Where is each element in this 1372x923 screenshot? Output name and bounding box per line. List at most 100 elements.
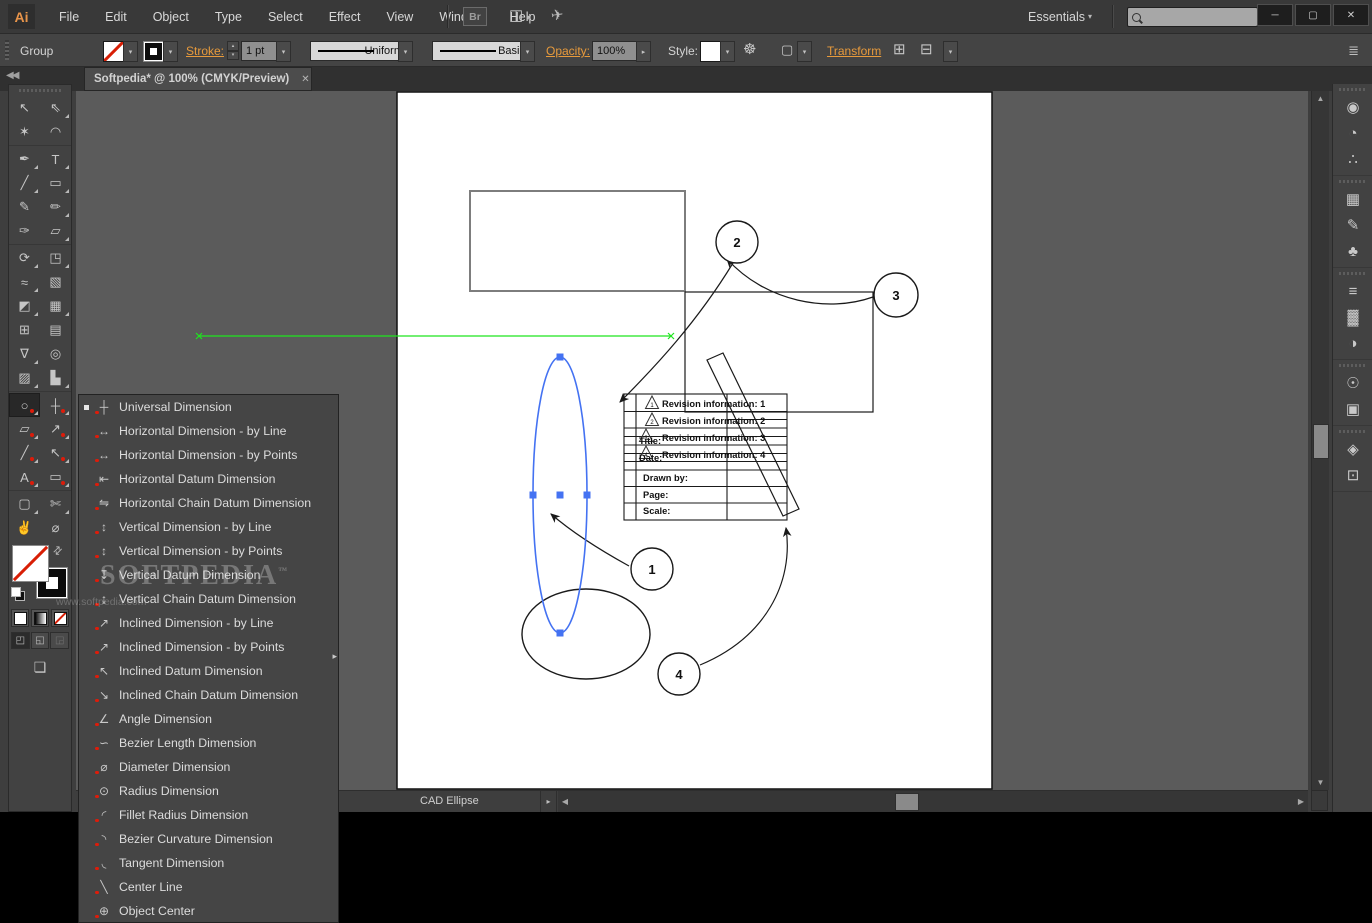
panel-grip[interactable] (1339, 270, 1367, 276)
draw-normal-button[interactable]: ◰ (11, 632, 30, 649)
menu-item-inclined-chain-datum-dimension[interactable]: ↘Inclined Chain Datum Dimension (79, 683, 338, 707)
workspace-switcher[interactable]: Essentials ▾ (1028, 0, 1092, 33)
menu-item-horizontal-chain-datum-dimension[interactable]: ⇋Horizontal Chain Datum Dimension (79, 491, 338, 515)
select-similar-icon[interactable]: ▢ (781, 42, 793, 58)
tool-pencil[interactable]: ✏ (40, 195, 71, 219)
menu-item-horizontal-dimension-by-points[interactable]: ↔Horizontal Dimension - by Points (79, 443, 338, 467)
screen-mode-button[interactable]: ❏ (28, 657, 52, 677)
recolor-artwork-icon[interactable]: ☸ (743, 40, 756, 58)
tool-cad-ellipse[interactable]: ○ (9, 393, 40, 417)
menu-edit[interactable]: Edit (92, 0, 140, 33)
tool-artboard[interactable]: ▢ (9, 492, 40, 516)
tool-blend[interactable]: ◎ (40, 342, 71, 366)
tool-cad-select[interactable]: ↖ (40, 441, 71, 465)
tool-rotate[interactable]: ⟳ (9, 246, 40, 270)
menu-item-diameter-dimension[interactable]: ⌀Diameter Dimension (79, 755, 338, 779)
menu-select[interactable]: Select (255, 0, 316, 33)
collapse-panels-icon[interactable]: ◀◀ (6, 70, 17, 81)
align-objects-icon[interactable]: ⊞ (893, 40, 906, 58)
menu-type[interactable]: Type (202, 0, 255, 33)
panel-icon-appearance[interactable]: ☉ (1333, 370, 1372, 396)
draw-behind-button[interactable]: ◱ (31, 632, 50, 649)
tool-perspective-grid[interactable]: ▦ (40, 294, 71, 318)
menu-item-inclined-dimension-by-points[interactable]: ↗Inclined Dimension - by Points (79, 635, 338, 659)
stepper-down-icon[interactable]: ▾ (227, 51, 239, 61)
tool-line-segment[interactable]: ╱ (9, 171, 40, 195)
stepper-up-icon[interactable]: ▴ (227, 41, 239, 51)
panel-icon-gradient[interactable]: ▓ (1333, 304, 1372, 330)
tool-type[interactable]: T (40, 147, 71, 171)
panel-icon-layers[interactable]: ◈ (1333, 436, 1372, 462)
menu-item-tangent-dimension[interactable]: ◟Tangent Dimension (79, 851, 338, 875)
tab-close-icon[interactable]: ✕ (301, 74, 309, 85)
menu-file[interactable]: File (46, 0, 92, 33)
scroll-down-icon[interactable]: ▼ (1312, 775, 1329, 790)
tool-scale[interactable]: ◳ (40, 246, 71, 270)
select-similar-caret[interactable]: ▾ (797, 41, 812, 62)
menu-item-bezier-length-dimension[interactable]: ∽Bezier Length Dimension (79, 731, 338, 755)
arrange-documents-button[interactable]: ◫▾ (509, 6, 530, 24)
tool-cad-label[interactable]: A (9, 465, 40, 489)
tool-gradient[interactable]: ▤ (40, 318, 71, 342)
none-button[interactable] (51, 609, 69, 627)
scroll-up-icon[interactable]: ▲ (1312, 91, 1329, 106)
minimize-button[interactable]: ─ (1257, 4, 1293, 26)
menu-item-angle-dimension[interactable]: ∠Angle Dimension (79, 707, 338, 731)
tool-slice[interactable]: ✄ (40, 492, 71, 516)
distribute-objects-icon[interactable]: ⊟ (920, 40, 933, 58)
panel-grip[interactable] (1339, 428, 1367, 434)
menu-item-object-center[interactable]: ⊕Object Center (79, 899, 338, 923)
width-profile-caret[interactable]: ▾ (398, 41, 413, 62)
opacity-field[interactable]: 100% (592, 41, 640, 61)
tool-zoom[interactable]: ⌀ (40, 516, 71, 540)
menu-item-vertical-chain-datum-dimension[interactable]: ↨Vertical Chain Datum Dimension (79, 587, 338, 611)
tool-hand[interactable]: ✌ (9, 516, 40, 540)
panel-grip[interactable] (1339, 362, 1367, 368)
panel-icon-graphic-styles[interactable]: ▣ (1333, 396, 1372, 422)
fill-color-swatch[interactable] (12, 545, 49, 582)
panel-icon-brushes[interactable]: ✎ (1333, 212, 1372, 238)
vertical-scrollbar[interactable]: ▲ ▼ (1311, 91, 1329, 790)
menu-effect[interactable]: Effect (316, 0, 374, 33)
tool-cad-universal-dimension[interactable]: ┼ (40, 393, 71, 417)
transform-panel-link[interactable]: Transform (827, 44, 881, 58)
align-caret[interactable]: ▾ (943, 41, 958, 62)
color-button[interactable] (11, 609, 29, 627)
tool-paintbrush[interactable]: ✎ (9, 195, 40, 219)
scroll-right-icon[interactable]: ▶ (1294, 791, 1308, 812)
tool-pen[interactable]: ✒ (9, 147, 40, 171)
menu-item-fillet-radius-dimension[interactable]: ◜Fillet Radius Dimension (79, 803, 338, 827)
tool-free-transform[interactable]: ▧ (40, 270, 71, 294)
panel-grip[interactable] (19, 87, 61, 94)
tool-rectangle[interactable]: ▭ (40, 171, 71, 195)
menu-object[interactable]: Object (140, 0, 202, 33)
swap-fill-stroke-icon[interactable]: ⇄ (50, 543, 66, 559)
tool-shape-builder[interactable]: ◩ (9, 294, 40, 318)
cs-live-icon[interactable]: ✈ (550, 5, 565, 25)
panel-grip[interactable] (5, 40, 9, 60)
menu-item-vertical-dimension-by-points[interactable]: ↕Vertical Dimension - by Points (79, 539, 338, 563)
menu-item-horizontal-datum-dimension[interactable]: ⇤Horizontal Datum Dimension (79, 467, 338, 491)
menu-item-universal-dimension[interactable]: ┼Universal Dimension (79, 395, 338, 419)
panel-icon-stroke[interactable]: ≡ (1333, 278, 1372, 304)
status-popup-arrow[interactable]: ▸ (540, 791, 557, 812)
menu-item-inclined-datum-dimension[interactable]: ↖Inclined Datum Dimension (79, 659, 338, 683)
panel-icon-transparency[interactable]: ◑ (1333, 330, 1372, 356)
maximize-button[interactable]: ▢ (1295, 4, 1331, 26)
scroll-left-icon[interactable]: ◀ (558, 791, 572, 812)
tool-eyedropper[interactable]: ∇ (9, 342, 40, 366)
panel-icon-artboards[interactable]: ⊡ (1333, 462, 1372, 488)
tool-lasso[interactable]: ◠ (40, 120, 71, 144)
default-fill-stroke-icon[interactable] (11, 587, 25, 601)
tool-direct-selection[interactable]: ⇖ (40, 96, 71, 120)
tool-magic-wand[interactable]: ✶ (9, 120, 40, 144)
horizontal-scroll-thumb[interactable] (895, 793, 919, 811)
stroke-swatch[interactable] (143, 41, 164, 62)
close-button[interactable]: ✕ (1333, 4, 1369, 26)
menu-item-vertical-dimension-by-line[interactable]: ↕Vertical Dimension - by Line (79, 515, 338, 539)
style-swatch-caret[interactable]: ▾ (720, 41, 735, 62)
stroke-swatch-caret[interactable]: ▾ (163, 41, 178, 62)
tool-cad-parallelogram[interactable]: ▱ (9, 417, 40, 441)
tool-mesh[interactable]: ⊞ (9, 318, 40, 342)
panel-icon-color[interactable]: ◉ (1333, 94, 1372, 120)
